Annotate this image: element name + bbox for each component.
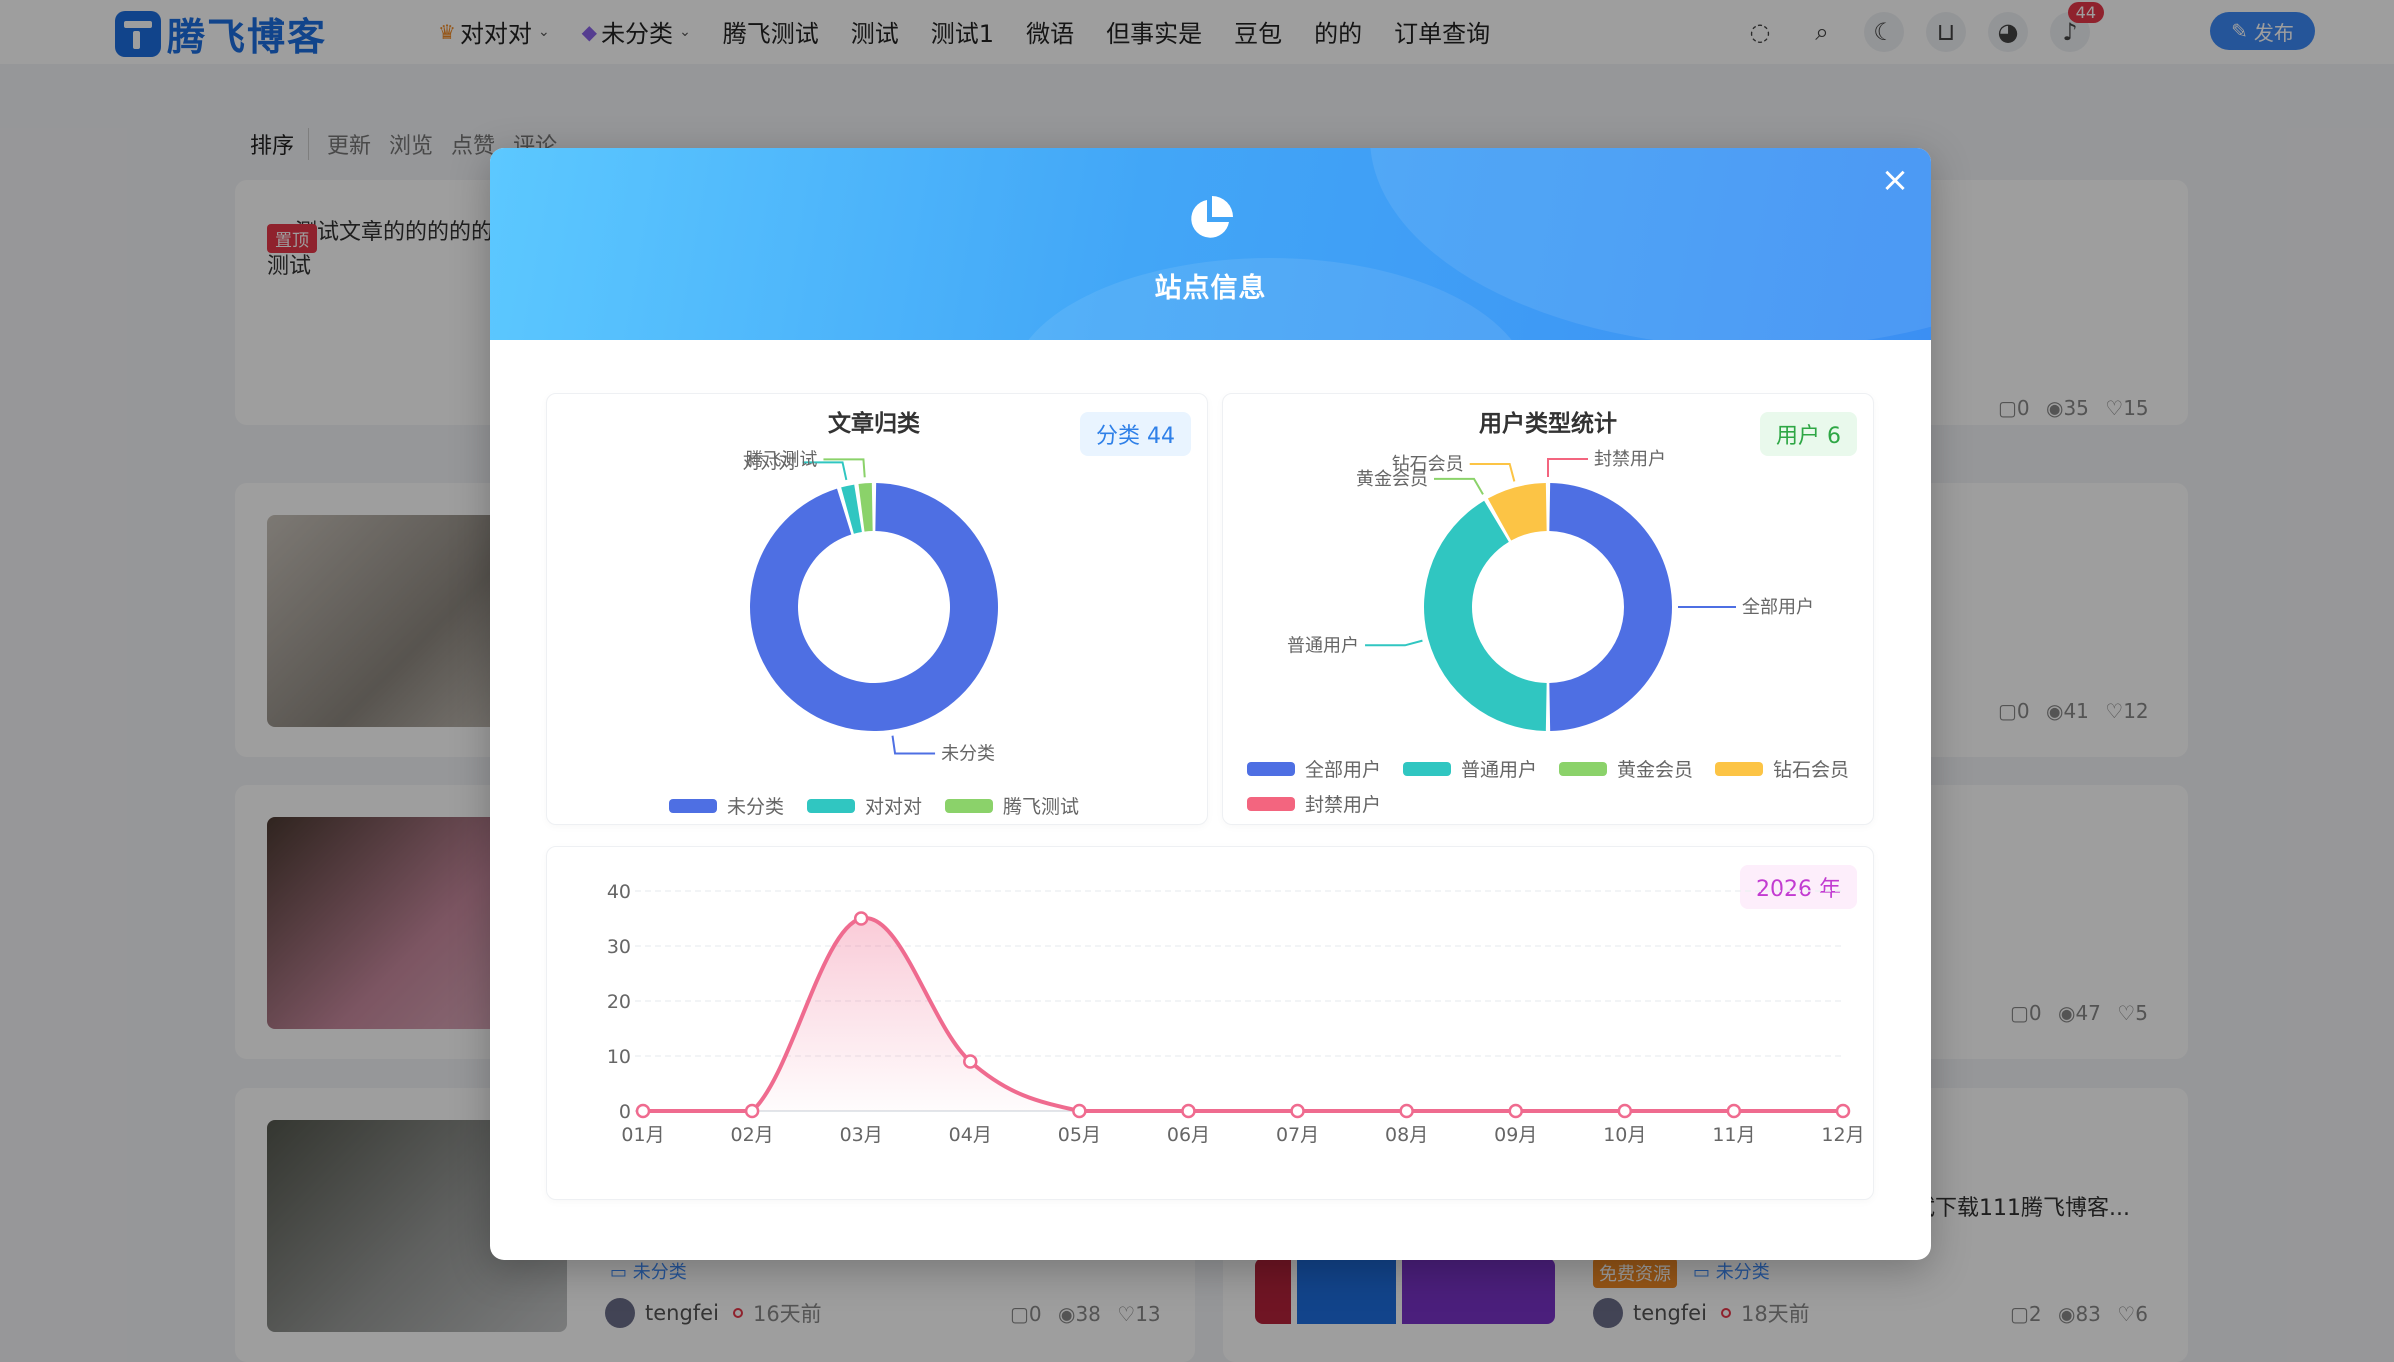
x-tick-label: 03月	[840, 1124, 883, 1146]
x-tick-label: 01月	[621, 1124, 664, 1146]
modal-title: 站点信息	[1154, 273, 1267, 304]
chart-title: 用户类型统计	[1479, 410, 1617, 437]
label-leader-line	[1547, 458, 1588, 477]
slice-label: 全部用户	[1742, 597, 1814, 618]
donut-slice	[750, 483, 998, 731]
x-tick-label: 08月	[1385, 1124, 1428, 1146]
y-tick-label: 40	[607, 881, 631, 903]
legend-label: 腾飞测试	[1003, 796, 1079, 818]
legend-label: 钻石会员	[1773, 759, 1849, 781]
legend-swatch	[807, 799, 855, 813]
legend-swatch	[1403, 762, 1451, 776]
legend-label: 对对对	[865, 796, 922, 818]
slice-label: 钻石会员	[1392, 454, 1464, 475]
close-icon[interactable]: ×	[1877, 162, 1913, 198]
slice-label: 腾飞测试	[745, 449, 817, 470]
x-tick-label: 12月	[1821, 1124, 1864, 1146]
user-donut-chart: 用户类型统计全部用户普通用户黄金会员钻石会员 封禁用户全部用户 普通用户 黄金会员 钻石…	[1247, 410, 1849, 816]
modal-header: 站点信息 ×	[490, 148, 1931, 340]
legend-swatch	[945, 799, 993, 813]
legend-swatch	[669, 799, 717, 813]
data-point	[1181, 1103, 1196, 1119]
data-point	[744, 1103, 760, 1119]
data-point	[1290, 1103, 1305, 1119]
slice-label: 封禁用户	[1594, 449, 1666, 470]
donut-slice	[1549, 483, 1672, 731]
legend-label: 黄金会员	[1617, 759, 1693, 781]
label-leader-line	[891, 735, 936, 755]
y-tick-label: 0	[619, 1101, 631, 1123]
label-leader-line	[1365, 639, 1423, 647]
data-point	[1072, 1103, 1087, 1119]
legend-swatch	[1559, 762, 1607, 776]
monthly-chart-panel: 2026 年 0 10 20 30 40 01月 02月 03月 04月 05月 06月 07月 08月…	[546, 846, 1874, 1200]
y-tick-label: 30	[607, 936, 631, 958]
category-chart-panel: 分类 44 文章归类 未分类 对对对 腾飞测试 未分类 对对对 腾飞测试	[546, 393, 1208, 825]
x-tick-label: 09月	[1494, 1124, 1537, 1146]
x-tick-label: 11月	[1712, 1124, 1755, 1146]
legend-swatch	[1715, 762, 1763, 776]
label-leader-line	[1434, 477, 1484, 495]
data-point	[1399, 1103, 1414, 1119]
legend-label: 全部用户	[1305, 759, 1381, 781]
slice-label: 未分类	[941, 743, 995, 764]
site-info-modal: 站点信息 × 分类 44 文章归类 未分类 对对对 腾飞测试 未分类 对对对 腾飞测试 用户…	[490, 148, 1931, 1260]
area-fill	[643, 918, 1843, 1111]
data-point	[963, 1054, 978, 1069]
category-donut-chart: 文章归类未分类对对对腾飞测试未分类 对对对 腾飞测试	[669, 410, 1079, 818]
legend-swatch	[1247, 797, 1295, 811]
x-tick-label: 06月	[1167, 1124, 1210, 1146]
legend-label: 普通用户	[1461, 759, 1537, 781]
x-tick-label: 10月	[1603, 1124, 1646, 1146]
x-tick-label: 04月	[949, 1124, 992, 1146]
label-leader-line	[1469, 463, 1516, 482]
y-tick-label: 10	[607, 1046, 631, 1068]
x-tick-label: 05月	[1058, 1124, 1101, 1146]
x-tick-label: 02月	[730, 1124, 773, 1146]
legend-swatch	[1247, 762, 1295, 776]
y-tick-label: 20	[607, 991, 631, 1013]
data-point	[1835, 1103, 1851, 1119]
data-point	[1508, 1103, 1523, 1119]
data-point	[853, 911, 869, 926]
chart-title: 文章归类	[828, 410, 920, 437]
x-tick-label: 07月	[1276, 1124, 1319, 1146]
donut-slice	[1424, 500, 1547, 731]
monthly-area-chart: 0 10 20 30 40 01月 02月 03月 04月 05月 06月 07月 08月 09月 10月 1…	[607, 881, 1865, 1146]
pie-chart-icon	[1191, 196, 1233, 238]
user-chart-panel: 用户 6 用户类型统计 全部用户 普通用户 黄金会员 钻石会员 封禁用户 全部用户 普通用户黄…	[1222, 393, 1874, 825]
slice-label: 普通用户	[1287, 635, 1359, 656]
data-point	[635, 1103, 651, 1119]
legend-label: 未分类	[727, 796, 784, 818]
legend-label: 封禁用户	[1305, 794, 1381, 816]
data-point	[1726, 1103, 1742, 1119]
data-point	[1617, 1103, 1633, 1119]
